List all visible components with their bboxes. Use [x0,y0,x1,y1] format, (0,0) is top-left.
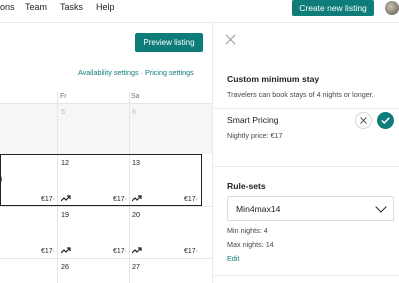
calendar-date-12[interactable]: 12 [61,158,69,167]
panel-divider [212,23,213,283]
ruleset-select-value: Min4max14 [236,204,281,214]
preview-listing-button[interactable]: Preview listing [135,33,203,52]
day-header-fr: Fr [60,93,67,100]
smart-pricing-title: Smart Pricing [227,115,279,125]
nav-item-listings[interactable]: ons [0,2,15,12]
calendar-date-26[interactable]: 26 [61,262,69,271]
calendar-date-6[interactable]: 6 [132,107,136,116]
link-separator: · [140,68,143,77]
calendar-date-fragment: ) [0,174,2,185]
grid-line [0,206,212,207]
check-icon [381,116,390,126]
grid-line [0,258,212,259]
calendar-price: €17· [184,196,199,203]
nav-item-team[interactable]: Team [25,2,47,12]
nav-divider [0,22,399,23]
rulesets-title: Rule-sets [227,181,266,191]
pricing-settings-link[interactable]: Pricing settings [145,68,194,77]
trend-icon [60,247,71,256]
calendar-price: €17· [184,248,199,255]
section-divider [213,108,399,109]
create-new-listing-button[interactable]: Create new listing [292,0,374,16]
min-stay-text: Travelers can book stays of 4 nights or … [227,90,374,99]
settings-links: Availability settings · Pricing settings [78,68,194,77]
calendar-date-19[interactable]: 19 [61,210,69,219]
availability-settings-link[interactable]: Availability settings [78,68,139,77]
x-icon [360,116,367,126]
calendar-price: €17· [113,196,128,203]
min-nights-text: Min nights: 4 [227,226,268,235]
close-icon[interactable] [225,34,236,45]
calendar-price: €17· [113,248,128,255]
calendar-date-27[interactable]: 27 [132,262,140,271]
trend-icon [60,195,71,204]
calendar-date-5[interactable]: 5 [61,107,65,116]
smart-pricing-text: Nightly price: €17 [227,131,283,140]
calendar-date-20[interactable]: 20 [132,210,140,219]
nav-item-tasks[interactable]: Tasks [60,2,83,12]
calendar-row-past [0,104,212,154]
calendar-price: €17· [41,196,56,203]
trend-icon [131,247,142,256]
max-nights-text: Max nights: 14 [227,240,274,249]
chevron-down-icon [375,201,387,213]
nav-item-help[interactable]: Help [96,2,115,12]
selected-week[interactable] [0,154,202,206]
section-divider [213,166,399,167]
avatar[interactable] [385,1,399,15]
trend-icon [131,195,142,204]
edit-ruleset-link[interactable]: Edit [227,254,239,263]
day-header-sa: Sa [131,93,140,100]
calendar-date-13[interactable]: 13 [132,158,140,167]
section-divider [213,275,399,276]
top-nav: ons Team Tasks Help Create new listing [0,0,399,22]
ruleset-select[interactable]: Min4max14 [227,196,394,221]
calendar-price: €17· [41,248,56,255]
min-stay-title: Custom minimum stay [227,74,320,84]
decline-button[interactable] [355,112,372,129]
accept-button[interactable] [377,112,394,129]
